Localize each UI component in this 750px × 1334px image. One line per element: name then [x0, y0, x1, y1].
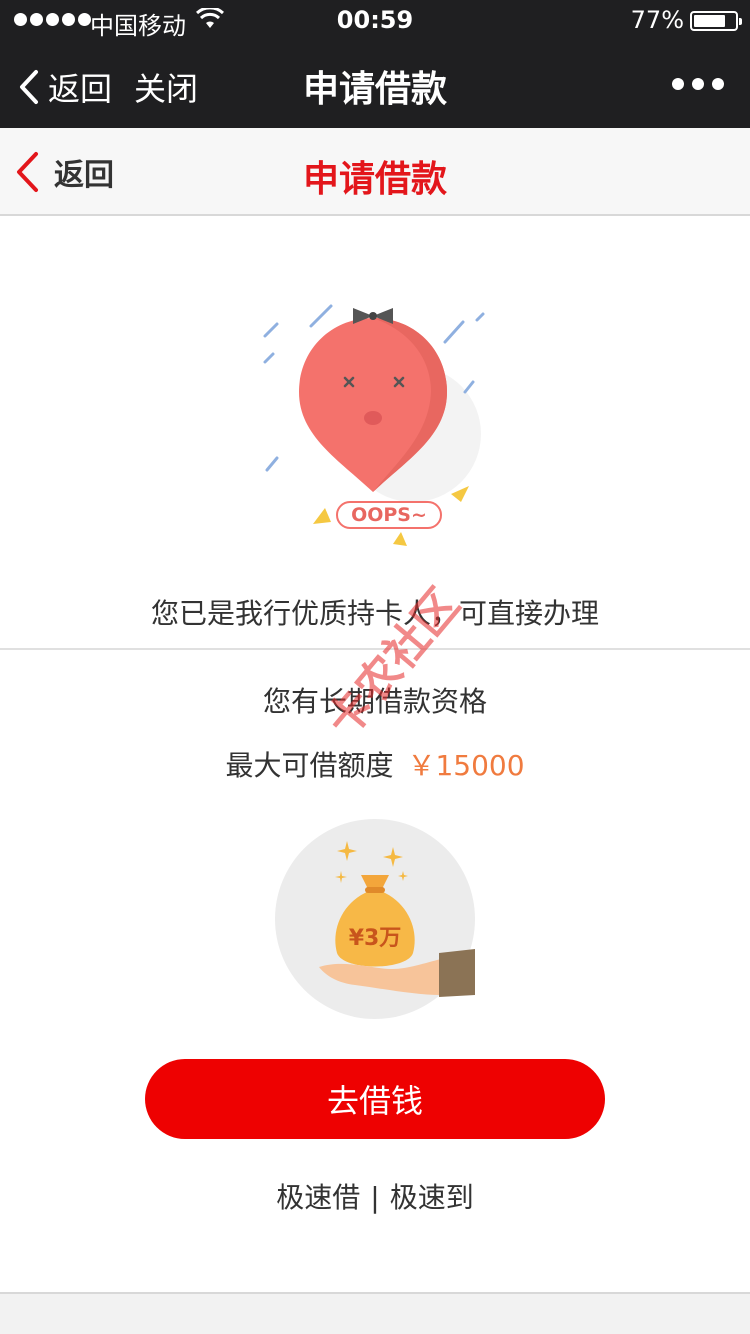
wechat-back-button[interactable]: 返回	[18, 64, 112, 110]
chevron-left-icon	[17, 152, 38, 192]
battery-percent: 77%	[630, 6, 684, 34]
wechat-title: 申请借款	[302, 69, 447, 110]
wechat-nav-bar: 返回 关闭 申请借款	[0, 40, 750, 128]
tagline: 极速借 | 极速到	[0, 1176, 750, 1216]
page-back-button[interactable]: 返回	[14, 150, 114, 194]
bottom-bar	[0, 1292, 750, 1334]
page-header: 返回 申请借款	[0, 128, 750, 216]
wechat-close-button[interactable]: 关闭	[134, 64, 198, 110]
oops-badge-text: OOPS~	[351, 504, 427, 526]
page-back-label: 返回	[54, 158, 114, 193]
credit-limit-label: 最大可借额度	[225, 749, 394, 782]
battery-icon	[690, 11, 742, 31]
more-options-icon[interactable]	[672, 78, 724, 90]
tagline-fast-arrival: 极速到	[389, 1181, 474, 1214]
status-bar: 中国移动 00:59 77%	[0, 0, 750, 40]
credit-limit: 最大可借额度 ￥15000	[0, 744, 750, 784]
wechat-back-label: 返回	[48, 70, 113, 108]
money-bag-illustration: ¥3万	[275, 819, 475, 1019]
tagline-separator: |	[370, 1181, 380, 1214]
credit-limit-amount: ￥15000	[407, 749, 525, 782]
chevron-left-icon	[20, 70, 38, 104]
borrow-money-button[interactable]: 去借钱	[145, 1059, 605, 1139]
tagline-fast-borrow: 极速借	[276, 1181, 361, 1214]
eligibility-text: 您有长期借款资格	[262, 685, 487, 718]
qualification-message: 您已是我行优质持卡人，可直接办理	[150, 597, 599, 630]
money-bag-text: ¥3万	[349, 926, 402, 951]
oops-illustration: OOPS~	[263, 304, 485, 546]
divider	[0, 648, 750, 650]
